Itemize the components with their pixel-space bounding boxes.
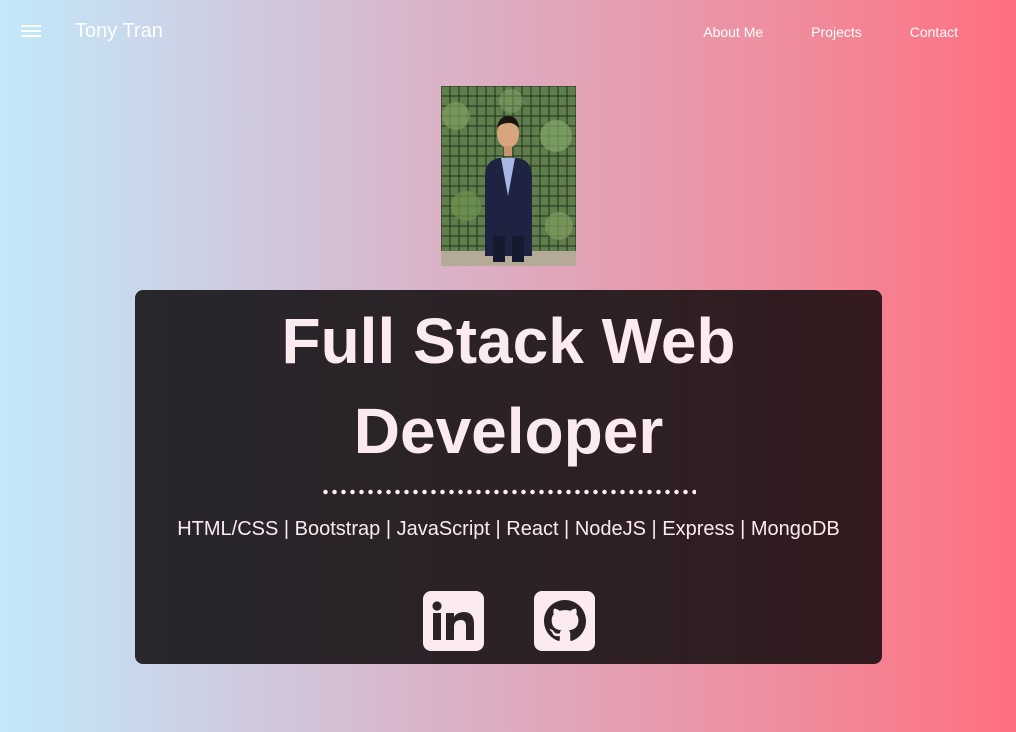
linkedin-icon [431, 601, 474, 640]
github-icon [543, 600, 586, 641]
profile-photo-illustration [441, 86, 576, 266]
github-button[interactable] [534, 591, 595, 651]
hamburger-menu-icon[interactable] [21, 25, 41, 39]
skills-list: HTML/CSS | Bootstrap | JavaScript | Reac… [177, 518, 840, 540]
linkedin-button[interactable] [423, 591, 484, 651]
navbar: Tony Tran About Me Projects Contact [0, 0, 1016, 64]
nav-link-projects[interactable]: Projects [811, 24, 862, 40]
dotted-divider [321, 489, 696, 495]
nav-links: About Me Projects Contact [703, 24, 958, 40]
brand-link[interactable]: Tony Tran [75, 20, 163, 43]
social-links [423, 591, 595, 651]
hero-card: Full Stack Web Developer HTML/CSS | Boot… [135, 290, 882, 664]
profile-photo [441, 86, 576, 266]
nav-link-about-me[interactable]: About Me [703, 24, 763, 40]
hero-title: Full Stack Web Developer [281, 305, 736, 467]
nav-link-contact[interactable]: Contact [910, 24, 958, 40]
